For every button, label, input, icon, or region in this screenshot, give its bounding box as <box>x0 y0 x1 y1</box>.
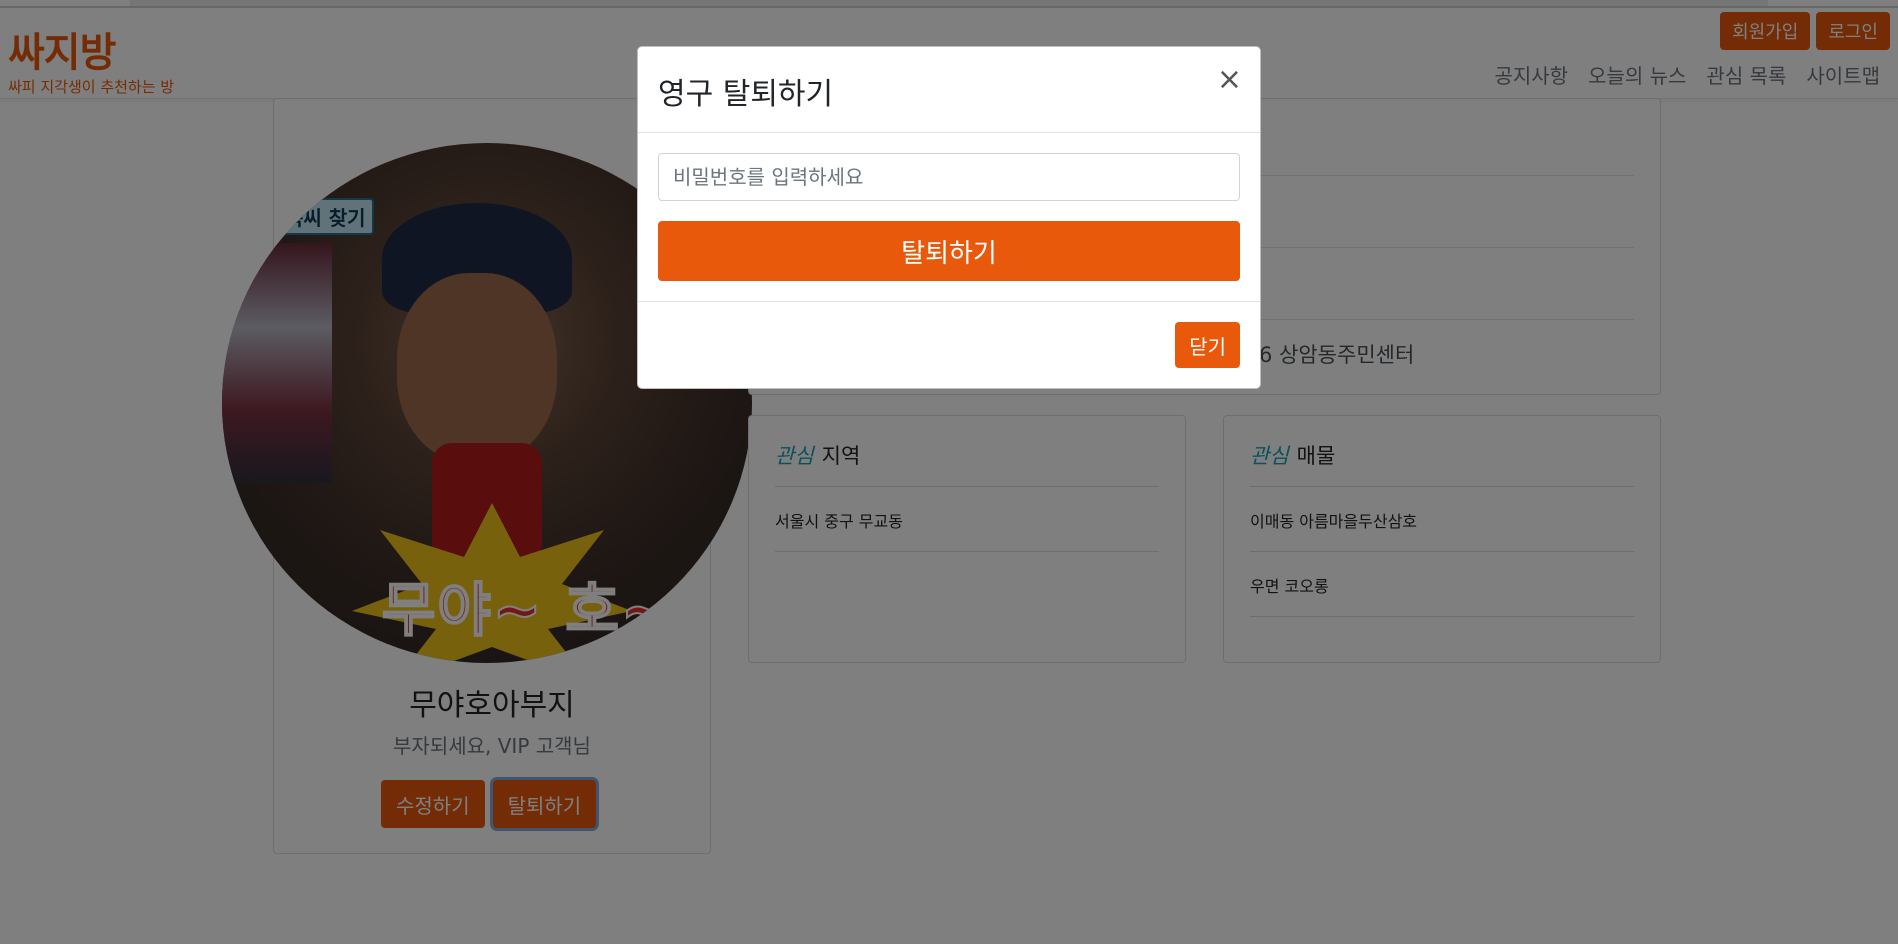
modal-header: 영구 탈퇴하기 × <box>638 47 1260 133</box>
withdraw-confirm-button[interactable]: 탈퇴하기 <box>658 221 1240 281</box>
close-modal-button[interactable]: 닫기 <box>1175 322 1240 368</box>
close-icon[interactable]: × <box>1217 65 1242 95</box>
password-input[interactable] <box>658 153 1240 201</box>
modal-title: 영구 탈퇴하기 <box>658 77 834 112</box>
modal-footer: 닫기 <box>638 301 1260 390</box>
withdraw-modal: 영구 탈퇴하기 × 탈퇴하기 닫기 <box>637 46 1261 389</box>
